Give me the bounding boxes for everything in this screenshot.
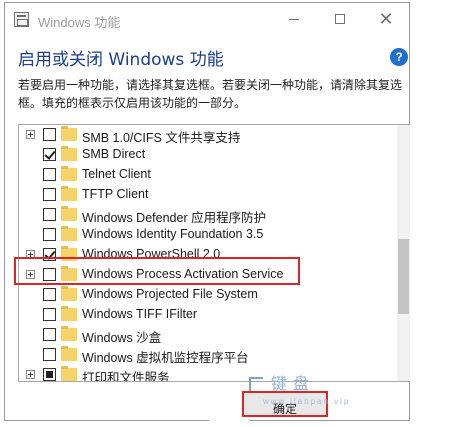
feature-label: Windows TIFF IFilter [82,307,198,321]
feature-label: 打印和文件服务 [82,371,170,382]
feature-label: Windows Projected File System [82,287,258,301]
feature-row[interactable]: Windows TIFF IFilter [19,305,391,325]
feature-label: Windows 虚拟机监控程序平台 [82,351,249,365]
feature-checkbox[interactable] [43,128,56,141]
feature-row[interactable]: TFTP Client [19,185,391,205]
features-tree[interactable]: SMB 1.0/CIFS 文件共享支持 SMB Direct Telnet Clie… [18,124,410,382]
title-bar[interactable]: Windows 功能 ✕ [5,3,409,35]
feature-label: Windows Defender 应用程序防护 [82,211,267,225]
folder-icon [61,146,77,161]
feature-checkbox[interactable] [43,368,56,381]
minimize-icon [289,18,299,20]
feature-row[interactable]: SMB Direct [19,145,391,165]
feature-row[interactable]: Telnet Client [19,165,391,185]
feature-label: SMB Direct [82,147,146,161]
page-title: 启用或关闭 Windows 功能 [18,50,224,70]
feature-checkbox[interactable] [43,288,56,301]
feature-label: Windows 沙盒 [82,331,162,345]
window-title: Windows 功能 [38,15,121,30]
maximize-icon [335,14,345,24]
feature-row[interactable]: Windows Defender 应用程序防护 [19,205,391,225]
folder-icon [61,126,77,141]
folder-icon [61,326,77,341]
close-button[interactable]: ✕ [363,3,409,35]
folder-icon [61,206,77,221]
folder-icon [61,166,77,181]
folder-icon [61,286,77,301]
feature-row[interactable]: Windows Projected File System [19,285,391,305]
feature-checkbox[interactable] [43,328,56,341]
folder-icon [61,366,77,381]
feature-row[interactable]: Windows 虚拟机监控程序平台 [19,345,391,365]
feature-label: Telnet Client [82,167,151,181]
help-icon[interactable]: ? [390,48,408,66]
folder-icon [61,186,77,201]
feature-label: TFTP Client [82,187,149,201]
expand-icon[interactable] [26,370,35,379]
feature-checkbox[interactable] [43,168,56,181]
feature-label: Windows Identity Foundation 3.5 [82,227,264,241]
highlight-annotation [14,257,300,285]
feature-row[interactable]: 打印和文件服务 [19,365,391,382]
feature-checkbox[interactable] [43,208,56,221]
windows-features-icon [14,12,29,27]
feature-row[interactable]: Windows 沙盒 [19,325,391,345]
watermark-url: www.jianpan.vip [263,397,351,406]
feature-checkbox[interactable] [43,308,56,321]
minimize-button[interactable] [271,3,317,35]
feature-label: SMB 1.0/CIFS 文件共享支持 [82,131,241,145]
feature-checkbox[interactable] [43,148,56,161]
feature-row[interactable]: SMB 1.0/CIFS 文件共享支持 [19,125,391,145]
folder-icon [61,306,77,321]
windows-features-dialog: Windows 功能 ✕ 启用或关闭 Windows 功能 ? 若要启用一种功能… [4,2,410,426]
feature-checkbox[interactable] [43,348,56,361]
feature-checkbox[interactable] [43,188,56,201]
watermark-logo-icon [249,377,263,391]
folder-icon [61,346,77,361]
feature-row[interactable]: Windows Identity Foundation 3.5 [19,225,391,245]
maximize-button[interactable] [317,3,363,35]
instructions-text: 若要启用一种功能，请选择其复选框。若要关闭一种功能，请清除其复选框。填充的框表示… [18,78,403,110]
scroll-thumb[interactable] [398,239,409,314]
feature-checkbox[interactable] [43,228,56,241]
folder-icon [61,226,77,241]
vertical-scrollbar[interactable] [397,125,410,381]
close-icon: ✕ [378,9,394,29]
expand-icon[interactable] [26,130,35,139]
